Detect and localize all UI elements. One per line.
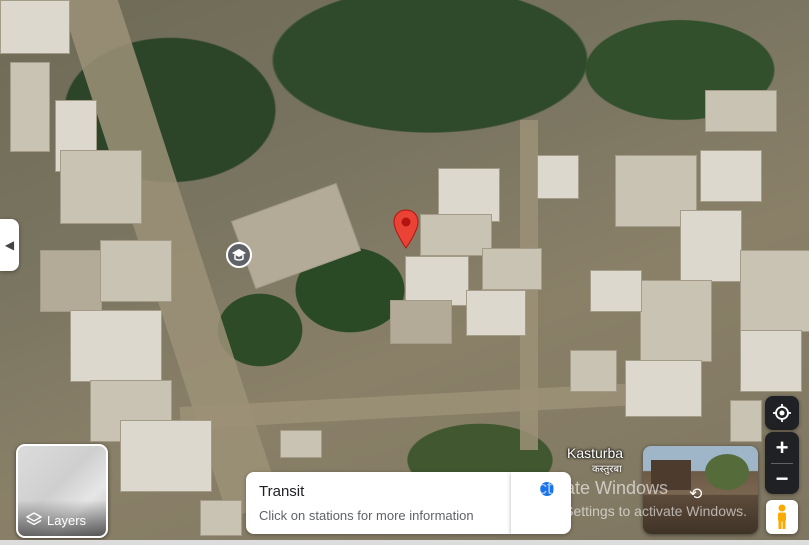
building: [482, 248, 542, 290]
building: [60, 150, 142, 224]
my-location-button[interactable]: [765, 396, 799, 430]
building: [390, 300, 452, 344]
building: [680, 210, 742, 282]
building: [405, 256, 469, 306]
building: [0, 0, 70, 54]
building: [640, 280, 712, 362]
street-view-pegman-button[interactable]: [766, 500, 798, 534]
attribution-bar: [0, 540, 809, 545]
building: [590, 270, 642, 312]
rotate-360-icon: ⟲: [689, 486, 703, 503]
chevron-left-icon: ◀: [4, 238, 15, 252]
building: [740, 250, 809, 332]
school-icon: [226, 242, 252, 268]
building: [100, 240, 172, 302]
layers-label: Layers: [47, 512, 87, 528]
place-label-local: कस्तुरबा: [592, 464, 622, 475]
place-label[interactable]: Kasturba: [567, 445, 623, 461]
building: [700, 150, 762, 202]
transit-subtitle: Click on stations for more information: [259, 508, 474, 523]
collapse-side-panel-button[interactable]: ◀: [0, 219, 19, 271]
building: [570, 350, 617, 392]
preview-tree: [705, 454, 749, 490]
zoom-in-button[interactable]: +: [765, 433, 799, 463]
my-location-icon: [773, 404, 791, 422]
layers-button[interactable]: Layers: [16, 444, 108, 538]
building: [231, 183, 361, 289]
map-pin-icon: [393, 209, 419, 249]
building: [200, 500, 242, 536]
building: [40, 250, 102, 312]
activate-windows-subtitle: Go to Settings to activate Windows.: [526, 503, 747, 519]
layers-label-wrap: Layers: [26, 512, 86, 528]
transit-info-card[interactable]: Transit Click on stations for more infor…: [246, 472, 511, 534]
building: [70, 310, 162, 382]
location-pin[interactable]: [393, 209, 419, 249]
building: [10, 62, 50, 152]
pegman-icon: [778, 504, 786, 529]
activate-windows-title: Activate Windows: [526, 478, 669, 498]
building: [466, 290, 526, 336]
zoom-controls: + −: [765, 432, 799, 494]
building: [740, 330, 802, 392]
building: [625, 360, 702, 417]
building: [280, 430, 322, 458]
school-place-marker[interactable]: [225, 241, 253, 269]
building: [120, 420, 212, 492]
building: [537, 155, 579, 199]
layers-icon: [26, 512, 42, 526]
building: [730, 400, 762, 442]
transit-title: Transit: [259, 483, 305, 500]
zoom-out-button[interactable]: −: [765, 464, 799, 494]
building: [705, 90, 777, 132]
